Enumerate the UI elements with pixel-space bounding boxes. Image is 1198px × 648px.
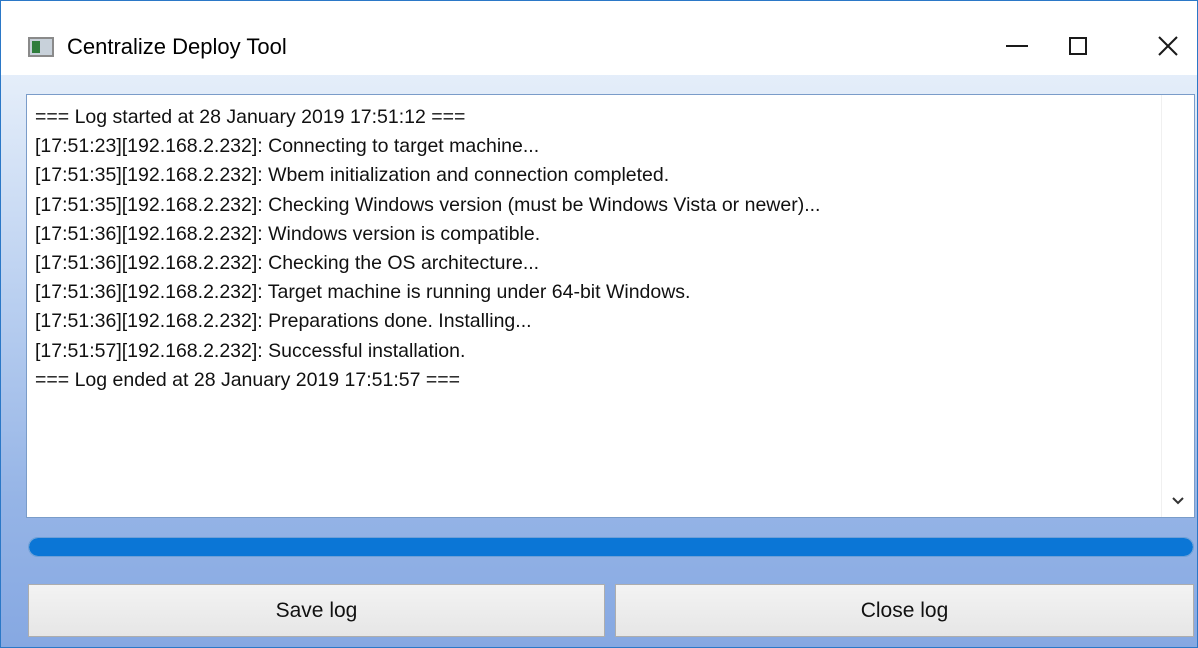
close-log-button[interactable]: Close log xyxy=(615,584,1194,637)
log-line: [17:51:35][192.168.2.232]: Checking Wind… xyxy=(35,193,821,216)
minimize-icon xyxy=(1006,45,1028,47)
scroll-down-button[interactable] xyxy=(1170,493,1186,509)
app-window: Centralize Deploy Tool === Log started a… xyxy=(0,0,1198,648)
app-icon xyxy=(28,37,54,57)
log-line: [17:51:36][192.168.2.232]: Checking the … xyxy=(35,251,540,274)
maximize-icon xyxy=(1069,37,1087,55)
maximize-button[interactable] xyxy=(1047,17,1109,75)
log-line: [17:51:35][192.168.2.232]: Wbem initiali… xyxy=(35,164,670,187)
log-line: [17:51:36][192.168.2.232]: Windows versi… xyxy=(35,222,541,245)
log-line: [17:51:36][192.168.2.232]: Target machin… xyxy=(35,281,691,304)
log-scrollbar[interactable] xyxy=(1161,95,1194,517)
minimize-button[interactable] xyxy=(986,17,1048,75)
progress-fill xyxy=(29,538,1193,556)
log-textbox[interactable]: === Log started at 28 January 2019 17:51… xyxy=(26,94,1195,518)
log-line: === Log ended at 28 January 2019 17:51:5… xyxy=(35,368,461,391)
close-window-button[interactable] xyxy=(1137,17,1198,75)
log-line: === Log started at 28 January 2019 17:51… xyxy=(35,106,466,128)
save-log-button[interactable]: Save log xyxy=(28,584,605,637)
chevron-down-icon xyxy=(1172,497,1184,505)
title-bar[interactable]: Centralize Deploy Tool xyxy=(1,1,1197,75)
window-title: Centralize Deploy Tool xyxy=(67,34,287,59)
close-icon xyxy=(1158,36,1178,56)
log-line: [17:51:23][192.168.2.232]: Connecting to… xyxy=(35,135,540,158)
log-lines: === Log started at 28 January 2019 17:51… xyxy=(35,103,1163,395)
log-line: [17:51:57][192.168.2.232]: Successful in… xyxy=(35,339,466,362)
log-line: [17:51:36][192.168.2.232]: Preparations … xyxy=(35,310,532,333)
progress-bar xyxy=(28,537,1194,557)
